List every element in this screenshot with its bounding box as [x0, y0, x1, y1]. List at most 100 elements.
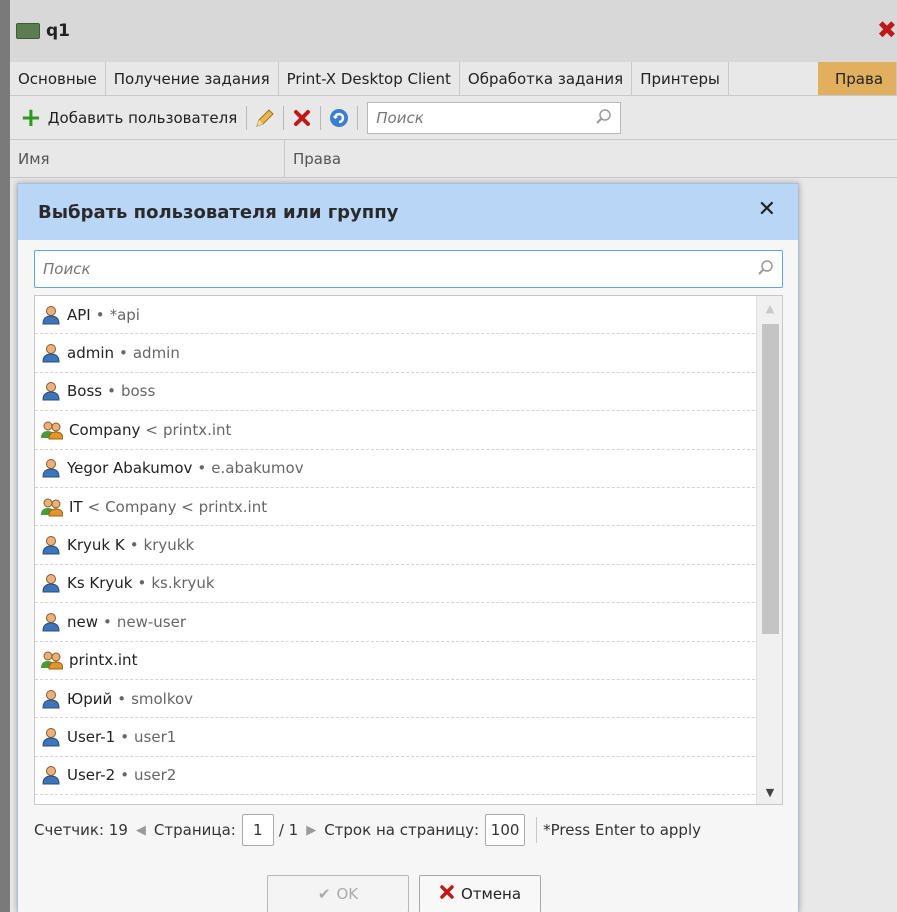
- cancel-button[interactable]: Отмена: [419, 875, 541, 912]
- tab-general[interactable]: Основные: [10, 62, 106, 95]
- tab-desktop-client[interactable]: Print-X Desktop Client: [279, 62, 460, 95]
- list-item-detail: e.abakumov: [211, 459, 304, 478]
- tab-job-receiving[interactable]: Получение задания: [106, 62, 279, 95]
- list-item-separator: <: [87, 497, 101, 516]
- list-item[interactable]: User-1 • user1: [35, 718, 755, 757]
- list-item[interactable]: Boss • boss: [35, 373, 755, 412]
- pager-hint: *Press Enter to apply: [543, 821, 701, 839]
- list-item-separator: •: [95, 305, 105, 324]
- close-icon[interactable]: ✖: [877, 18, 897, 42]
- user-icon: [41, 573, 61, 593]
- user-icon: [41, 458, 61, 478]
- list-item[interactable]: IT < Company < printx.int: [35, 488, 755, 527]
- list-item[interactable]: printx.int: [35, 642, 755, 680]
- list-item-detail: admin: [132, 344, 180, 363]
- list-item[interactable]: Юрий • smolkov: [35, 680, 755, 719]
- list-item[interactable]: Kryuk K • kryukk: [35, 526, 755, 565]
- user-icon: [41, 765, 61, 785]
- list-item-detail: user2: [134, 766, 177, 785]
- list-item-separator: •: [120, 727, 130, 746]
- list-item-name: Yegor Abakumov: [67, 459, 193, 478]
- list-item[interactable]: User-2 • user2: [35, 757, 755, 796]
- tab-printers[interactable]: Принтеры: [632, 62, 729, 95]
- toolbar-divider: [357, 105, 359, 130]
- list-item-name: API: [67, 305, 91, 324]
- list-item-detail: user1: [134, 727, 177, 746]
- user-icon: [41, 727, 61, 747]
- list-item[interactable]: Yegor Abakumov • e.abakumov: [35, 450, 755, 488]
- list-item-name: new: [67, 612, 99, 631]
- checkmark-icon: ✔: [317, 885, 331, 903]
- user-icon: [41, 305, 61, 325]
- list-item-name: Boss: [67, 382, 103, 401]
- list-item-separator: •: [137, 574, 147, 593]
- list-item-separator: •: [107, 382, 116, 401]
- list-item-name: Юрий: [67, 689, 113, 708]
- list-item-name: Company: [69, 420, 141, 439]
- list-item-name: IT: [69, 497, 83, 516]
- add-user-button[interactable]: + Добавить пользователя: [16, 103, 241, 133]
- list-item-name: admin: [67, 344, 114, 363]
- list-item-detail: printx.int: [162, 420, 232, 439]
- user-icon: [41, 343, 61, 363]
- list-item[interactable]: Ks Kryuk • ks.kryuk: [35, 565, 755, 604]
- plus-icon: +: [20, 102, 42, 133]
- list-item[interactable]: API • *api: [35, 296, 755, 335]
- toolbar-search-placeholder: Поиск: [376, 108, 424, 127]
- list-item[interactable]: new • new-user: [35, 603, 755, 642]
- list-item-name: printx.int: [69, 651, 138, 670]
- page-number-input[interactable]: 1: [241, 814, 274, 846]
- list-item-detail: boss: [120, 382, 156, 401]
- list-scrollbar[interactable]: ▲ ▼: [756, 296, 782, 804]
- rows-per-page-input[interactable]: 100: [485, 814, 526, 846]
- list-item-detail: smolkov: [131, 689, 194, 708]
- toolbar-divider: [320, 105, 322, 130]
- list-item-name: User-2: [67, 766, 116, 785]
- dialog-search-placeholder: Поиск: [43, 260, 91, 278]
- list-item-name: User-1: [67, 727, 116, 746]
- column-header-name[interactable]: Имя: [10, 140, 285, 177]
- page-total: / 1: [278, 821, 299, 839]
- list-item[interactable]: admin • admin: [35, 334, 755, 373]
- search-icon[interactable]: [596, 108, 612, 128]
- item-count: Счетчик: 19: [34, 821, 128, 839]
- list-item-detail: new-user: [116, 612, 187, 631]
- scroll-up-arrow-icon[interactable]: ▲: [757, 296, 782, 320]
- scrollbar-thumb[interactable]: [762, 324, 779, 634]
- ok-button[interactable]: ✔ OK: [267, 875, 409, 912]
- toolbar-search-input[interactable]: Поиск: [367, 101, 622, 134]
- pencil-icon[interactable]: [252, 105, 278, 131]
- page-label: Страница:: [153, 821, 236, 839]
- list-item-separator: •: [197, 459, 207, 478]
- window-title: q1: [46, 21, 70, 41]
- queue-icon: [16, 23, 40, 39]
- dialog-body: Поиск API • *api admin • admin Boss • boss Compan…: [18, 240, 798, 912]
- next-page-icon[interactable]: ▶: [306, 823, 316, 838]
- scroll-down-arrow-icon[interactable]: ▼: [757, 780, 782, 804]
- refresh-icon[interactable]: [326, 105, 352, 131]
- list-item-separator: <: [145, 420, 158, 439]
- group-icon: [41, 497, 63, 517]
- tab-bar: Основные Получение задания Print-X Deskt…: [10, 62, 897, 96]
- prev-page-icon[interactable]: ◀: [136, 823, 146, 838]
- list-item-separator: •: [117, 689, 127, 708]
- cancel-icon: [439, 884, 455, 904]
- delete-icon[interactable]: [289, 105, 315, 131]
- user-icon: [41, 612, 61, 632]
- add-user-label: Добавить пользователя: [47, 108, 238, 127]
- tab-permissions[interactable]: Права: [818, 62, 897, 95]
- toolbar: + Добавить пользователя Поиск: [10, 96, 897, 140]
- user-icon: [41, 381, 61, 401]
- group-icon: [41, 420, 63, 440]
- cancel-label: Отмена: [460, 885, 522, 903]
- column-header-permissions[interactable]: Права: [285, 140, 341, 177]
- search-icon[interactable]: [758, 259, 774, 279]
- dialog-search-input[interactable]: Поиск: [34, 250, 783, 288]
- tab-job-processing[interactable]: Обработка задания: [460, 62, 633, 95]
- user-list: API • *api admin • admin Boss • boss Company < prin…: [34, 295, 783, 805]
- list-item[interactable]: Company < printx.int: [35, 411, 755, 450]
- grid-header: Имя Права: [10, 140, 897, 178]
- close-icon[interactable]: ✕: [758, 198, 776, 222]
- select-user-dialog: Выбрать пользователя или группу ✕ Поиск …: [17, 183, 799, 912]
- list-item-name: Ks Kryuk: [67, 574, 133, 593]
